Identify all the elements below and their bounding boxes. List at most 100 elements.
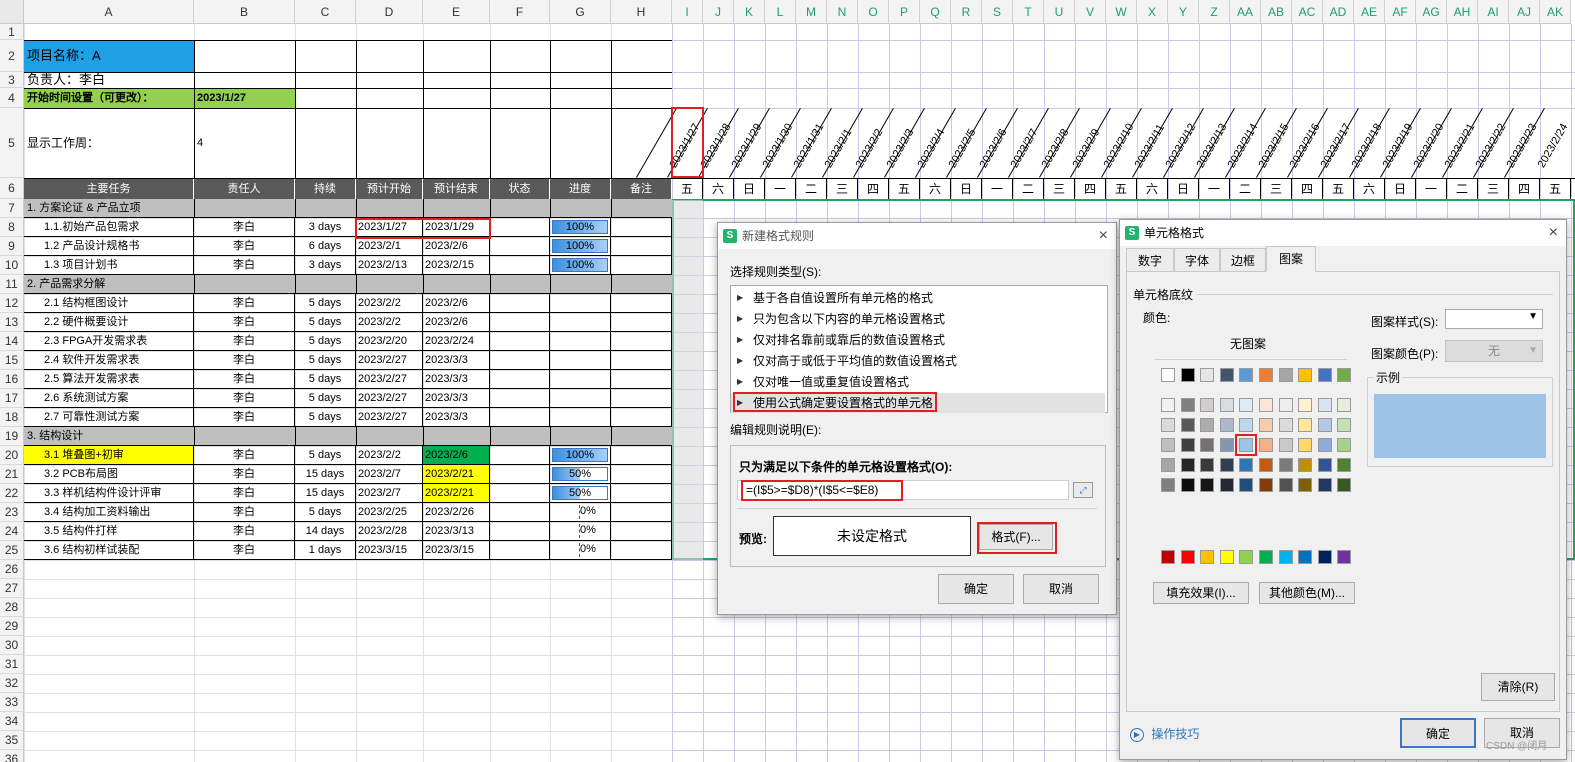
weekday-cell[interactable]: 二 [1447,179,1478,199]
color-swatch[interactable] [1278,418,1293,432]
weekday-cell[interactable]: 六 [1137,179,1168,199]
rule-type-item[interactable]: ▶ 仅对排名靠前或靠后的数值设置格式 [731,330,1105,350]
task-start[interactable]: 2023/2/27 [356,351,423,370]
color-swatch[interactable] [1317,458,1332,472]
tab-font[interactable]: 字体 [1174,248,1220,272]
task-progress-cell[interactable] [550,351,611,370]
color-swatch[interactable] [1298,550,1313,564]
rule-type-item[interactable]: ▶ 仅对高于或低于平均值的数值设置格式 [731,351,1105,371]
color-swatch[interactable] [1278,550,1293,564]
row-header[interactable]: 13 [0,313,24,332]
task-name[interactable]: 2.6 系统测试方案 [24,389,194,408]
row-header[interactable]: 30 [0,636,24,655]
gantt-column-header[interactable]: J [703,0,734,24]
task-status[interactable] [490,237,550,256]
color-swatch[interactable] [1161,550,1175,564]
row-header[interactable]: 5 [0,108,24,178]
color-swatch[interactable] [1161,398,1175,412]
color-swatch[interactable] [1180,550,1195,564]
task-name[interactable]: 2.5 算法开发需求表 [24,370,194,389]
weekday-cell[interactable]: 六 [920,179,951,199]
row-header[interactable]: 23 [0,503,24,522]
task-duration[interactable]: 1 days [295,541,356,560]
row-header[interactable]: 18 [0,408,24,427]
task-start[interactable]: 2023/2/25 [356,503,423,522]
row-header[interactable]: 21 [0,465,24,484]
row-header[interactable]: 35 [0,731,24,750]
weekday-cell[interactable]: 三 [1478,179,1509,199]
table-header[interactable]: 预计结束 [423,179,490,199]
color-swatch[interactable] [1161,478,1175,492]
task-duration[interactable]: 5 days [295,351,356,370]
task-name[interactable]: 2.2 硬件概要设计 [24,313,194,332]
task-name[interactable]: 3.2 PCB布局图 [24,465,194,484]
section-row[interactable]: 2. 产品需求分解 [24,275,672,294]
color-swatch[interactable] [1259,368,1273,382]
task-end[interactable]: 2023/3/13 [423,522,490,541]
color-swatch[interactable] [1161,368,1175,382]
task-duration[interactable]: 15 days [295,484,356,503]
weekday-cell[interactable]: 日 [1385,179,1416,199]
task-owner[interactable]: 李白 [194,541,295,560]
weekday-cell[interactable]: 日 [1168,179,1199,199]
task-status[interactable] [490,370,550,389]
color-swatch[interactable] [1200,438,1215,452]
row-header[interactable]: 25 [0,541,24,560]
tab-number[interactable]: 数字 [1126,248,1174,272]
weekday-cell[interactable]: 日 [734,179,765,199]
task-note[interactable] [611,465,672,484]
color-swatch[interactable] [1180,418,1195,432]
color-swatch[interactable] [1161,418,1175,432]
row-header[interactable]: 6 [0,178,24,199]
gantt-column-header[interactable]: AJ [1509,0,1540,24]
task-end[interactable]: 2023/2/15 [423,256,490,275]
task-duration[interactable]: 5 days [295,313,356,332]
color-swatch[interactable] [1200,418,1215,432]
task-end[interactable]: 2023/3/3 [423,370,490,389]
gantt-column-header[interactable]: K [734,0,765,24]
weekday-cell[interactable]: 四 [1075,179,1106,199]
row-header[interactable]: 7 [0,199,24,218]
task-name[interactable]: 2.7 可靠性测试方案 [24,408,194,427]
weekday-cell[interactable]: 二 [796,179,827,199]
weekday-cell[interactable]: 一 [1416,179,1447,199]
table-header[interactable]: 预计开始 [356,179,423,199]
color-swatch[interactable] [1298,458,1313,472]
section-row[interactable]: 1. 方案论证 & 产品立项 [24,199,672,218]
weekday-cell[interactable]: 日 [951,179,982,199]
column-header[interactable]: A [24,0,194,24]
color-swatch[interactable] [1180,368,1195,382]
color-swatch[interactable] [1278,458,1293,472]
close-icon[interactable]: × [1549,220,1558,246]
color-swatch[interactable] [1200,478,1215,492]
task-end[interactable]: 2023/2/6 [423,237,490,256]
row-header[interactable]: 34 [0,712,24,731]
row-header[interactable]: 3 [0,72,24,88]
color-swatch[interactable] [1259,418,1273,432]
color-swatch[interactable] [1219,398,1234,412]
project-name-cell[interactable]: 项目名称：A [24,40,194,72]
color-swatch[interactable] [1337,398,1352,412]
task-progress-cell[interactable] [550,389,611,408]
color-swatch[interactable] [1278,368,1293,382]
task-note[interactable] [611,313,672,332]
gantt-column-header[interactable]: AG [1416,0,1447,24]
task-start[interactable]: 2023/3/15 [356,541,423,560]
rule-cancel-button[interactable]: 取消 [1023,574,1099,604]
tips-link[interactable]: ▶ 操作技巧 [1130,725,1199,742]
task-owner[interactable]: 李白 [194,484,295,503]
task-progress-cell[interactable] [550,370,611,389]
task-name[interactable]: 3.1 堆叠图+初审 [24,446,194,465]
weekday-cell[interactable]: 四 [1509,179,1540,199]
row-header[interactable]: 36 [0,750,24,762]
task-note[interactable] [611,484,672,503]
row-header[interactable]: 4 [0,88,24,108]
task-note[interactable] [611,294,672,313]
row-header[interactable]: 24 [0,522,24,541]
row-header[interactable]: 32 [0,674,24,693]
task-progress-cell[interactable] [550,313,611,332]
task-duration[interactable]: 5 days [295,389,356,408]
task-note[interactable] [611,370,672,389]
color-swatch[interactable] [1239,368,1254,382]
color-swatch[interactable] [1317,418,1332,432]
